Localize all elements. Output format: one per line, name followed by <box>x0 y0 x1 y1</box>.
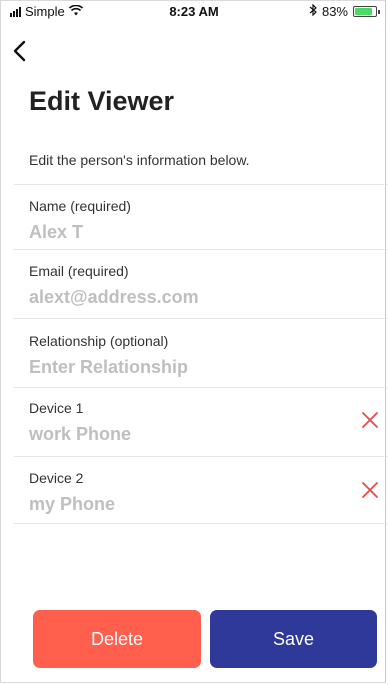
device-2-label: Device 2 <box>29 470 84 486</box>
device-2-value[interactable]: my Phone <box>29 494 369 515</box>
relationship-field[interactable]: Relationship (optional) Enter Relationsh… <box>29 333 369 378</box>
relationship-label: Relationship (optional) <box>29 333 169 349</box>
relationship-input[interactable]: Enter Relationship <box>29 357 369 378</box>
battery-icon <box>353 6 377 17</box>
device-1-label: Device 1 <box>29 400 84 416</box>
name-label: Name (required) <box>29 198 131 214</box>
delete-button[interactable]: Delete <box>33 610 201 668</box>
battery-percent: 83% <box>321 4 348 19</box>
bluetooth-icon <box>309 3 317 19</box>
divider <box>14 387 388 388</box>
divider <box>14 249 388 250</box>
battery-tip <box>378 9 380 14</box>
page-title: Edit Viewer <box>29 86 175 116</box>
remove-device-2-icon[interactable] <box>360 480 380 500</box>
back-button[interactable] <box>12 40 26 62</box>
remove-device-1-icon[interactable] <box>360 410 380 430</box>
status-right: 83% <box>309 3 380 19</box>
device-1-field[interactable]: Device 1 work Phone <box>29 400 369 445</box>
back-chevron-icon <box>13 40 26 62</box>
divider <box>14 184 388 185</box>
device-2-field[interactable]: Device 2 my Phone <box>29 470 369 515</box>
email-label: Email (required) <box>29 263 129 279</box>
name-field[interactable]: Name (required) Alex T <box>29 198 369 243</box>
save-button[interactable]: Save <box>210 610 377 668</box>
name-input[interactable]: Alex T <box>29 222 369 243</box>
page-subtitle: Edit the person's information below. <box>29 152 250 168</box>
divider <box>14 523 388 524</box>
divider <box>14 318 388 319</box>
status-bar: Simple 8:23 AM 83% <box>0 0 388 24</box>
email-field[interactable]: Email (required) alext@address.com <box>29 263 369 308</box>
divider <box>14 456 388 457</box>
device-1-value[interactable]: work Phone <box>29 424 369 445</box>
email-input[interactable]: alext@address.com <box>29 287 369 308</box>
